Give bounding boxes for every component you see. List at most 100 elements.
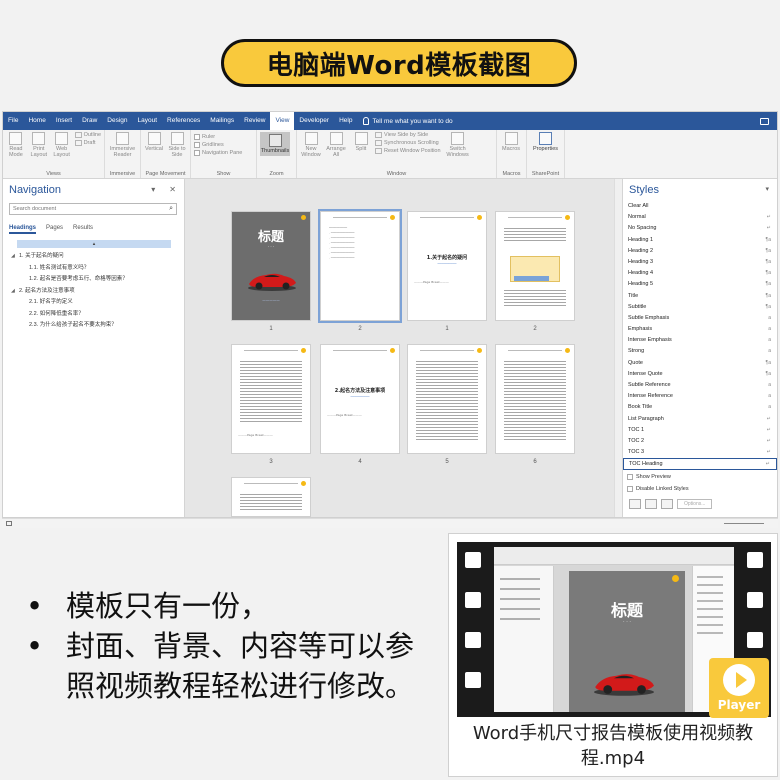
tab-pages[interactable]: Pages bbox=[46, 225, 63, 234]
page-thumbnail[interactable]: ———Page Break——— bbox=[231, 344, 311, 454]
style-item[interactable]: Intense Emphasis a bbox=[623, 335, 777, 346]
style-item[interactable]: Title ¶a bbox=[623, 291, 777, 302]
manage-styles-icon[interactable] bbox=[661, 499, 673, 509]
switch-windows-button[interactable]: Switch Windows bbox=[444, 132, 472, 158]
menu-layout[interactable]: Layout bbox=[133, 112, 163, 130]
menu-help[interactable]: Help bbox=[334, 112, 357, 130]
style-item-selected[interactable]: TOC Heading ↵ bbox=[623, 458, 777, 470]
menu-references[interactable]: References bbox=[162, 112, 205, 130]
close-icon[interactable]: ✕ bbox=[169, 185, 176, 194]
immersive-reader-button[interactable]: Immersive Reader bbox=[108, 132, 137, 158]
style-item[interactable]: TOC 3 ↵ bbox=[623, 447, 777, 458]
reset-window-button[interactable]: Reset Window Position bbox=[375, 148, 441, 154]
thumbnails-button[interactable]: Thumbnails bbox=[260, 132, 290, 156]
style-item[interactable]: Intense Reference a bbox=[623, 391, 777, 402]
style-item[interactable]: Emphasis a bbox=[623, 324, 777, 335]
navigation-pane-checkbox[interactable]: Navigation Pane bbox=[194, 150, 253, 156]
menu-view[interactable]: View bbox=[270, 112, 295, 130]
page-thumbnail-section1[interactable]: 1.关于起名的疑问 ───────── ———Page Break——— bbox=[407, 211, 487, 321]
vertical-button[interactable]: Vertical bbox=[144, 132, 164, 152]
style-item[interactable]: Clear All bbox=[623, 201, 777, 212]
menu-developer[interactable]: Developer bbox=[294, 112, 334, 130]
style-item[interactable]: Heading 4 ¶a bbox=[623, 268, 777, 279]
collapse-triangle-icon[interactable]: ◢ bbox=[11, 251, 19, 263]
switch-windows-icon bbox=[451, 132, 465, 145]
new-window-button[interactable]: New Window bbox=[300, 132, 322, 158]
heading-item[interactable]: 2.3. 为什么给孩子起名不要太拘束？ bbox=[11, 320, 128, 332]
page-status-icon[interactable] bbox=[6, 521, 12, 526]
page-thumbnail[interactable] bbox=[231, 477, 311, 517]
options-button[interactable]: Options... bbox=[677, 499, 713, 509]
menu-file[interactable]: File bbox=[3, 112, 23, 130]
selected-heading-bar[interactable]: ▴ bbox=[17, 240, 171, 248]
menu-mailings[interactable]: Mailings bbox=[205, 112, 239, 130]
menu-insert[interactable]: Insert bbox=[51, 112, 77, 130]
read-mode-button[interactable]: Read Mode bbox=[6, 132, 26, 158]
style-inspector-icon[interactable] bbox=[645, 499, 657, 509]
style-item[interactable]: TOC 1 ↵ bbox=[623, 425, 777, 436]
outline-button[interactable]: Outline bbox=[74, 132, 101, 138]
menu-design[interactable]: Design bbox=[102, 112, 132, 130]
collapse-triangle-icon[interactable]: ◢ bbox=[11, 286, 19, 298]
print-layout-button[interactable]: Print Layout bbox=[29, 132, 49, 158]
split-button[interactable]: Split bbox=[350, 132, 372, 152]
show-preview-checkbox[interactable]: Show Preview bbox=[627, 471, 689, 483]
style-item[interactable]: Heading 1 ¶a bbox=[623, 235, 777, 246]
style-item[interactable]: Intense Quote ¶a bbox=[623, 369, 777, 380]
search-icon[interactable]: ⌕ bbox=[169, 204, 173, 214]
menu-review[interactable]: Review bbox=[239, 112, 270, 130]
search-input[interactable]: Search document ⌕ bbox=[9, 203, 177, 215]
style-item[interactable]: Heading 5 ¶a bbox=[623, 279, 777, 290]
video-card[interactable]: 标题 · · · Player Word手机尺寸报告模板使用视频教程.mp4 bbox=[448, 533, 778, 777]
chevron-down-icon[interactable]: ▾ bbox=[151, 185, 155, 194]
page-thumbnail[interactable] bbox=[495, 344, 575, 454]
zoom-slider[interactable] bbox=[724, 523, 764, 524]
style-item[interactable]: List Paragraph ↵ bbox=[623, 414, 777, 425]
new-style-icon[interactable] bbox=[629, 499, 641, 509]
arrange-all-button[interactable]: Arrange All bbox=[325, 132, 347, 158]
page-thumbnail-toc[interactable]: ────────── · ───────────── · ─────────────… bbox=[318, 209, 402, 323]
lightbulb-icon bbox=[363, 117, 370, 125]
tab-headings[interactable]: Headings bbox=[9, 225, 37, 234]
macros-button[interactable]: Macros bbox=[500, 132, 522, 152]
tab-results[interactable]: Results bbox=[73, 225, 93, 234]
style-item[interactable]: No Spacing ↵ bbox=[623, 223, 777, 234]
gridlines-checkbox[interactable]: Gridlines bbox=[194, 142, 253, 148]
style-item[interactable]: Subtitle ¶a bbox=[623, 302, 777, 313]
heading-item[interactable]: 2.1. 好名字的定义 bbox=[11, 297, 128, 309]
heading-item[interactable]: ◢ 2. 起名方法及注意事项 bbox=[11, 286, 128, 298]
web-layout-button[interactable]: Web Layout bbox=[52, 132, 72, 158]
styles-scrollbar[interactable] bbox=[615, 179, 622, 517]
heading-item[interactable]: 1.1. 姓名测试有意义吗？ bbox=[11, 263, 128, 275]
heading-item[interactable]: ◢ 1. 关于起名的疑问 bbox=[11, 251, 128, 263]
view-side-by-side-button[interactable]: View Side by Side bbox=[375, 132, 441, 138]
page-thumbnail-section2[interactable]: 2.起名方法及注意事项 ───────── ———Page Break——— bbox=[320, 344, 400, 454]
style-item[interactable]: Heading 3 ¶a bbox=[623, 257, 777, 268]
style-item[interactable]: TOC 2 ↵ bbox=[623, 436, 777, 447]
disable-linked-styles-checkbox[interactable]: Disable Linked Styles bbox=[627, 483, 689, 495]
menu-home[interactable]: Home bbox=[23, 112, 50, 130]
comments-icon[interactable] bbox=[760, 117, 769, 125]
chevron-down-icon[interactable]: ▾ bbox=[765, 185, 769, 193]
draft-button[interactable]: Draft bbox=[74, 140, 101, 146]
style-item[interactable]: Strong a bbox=[623, 346, 777, 357]
player-button[interactable]: Player bbox=[709, 658, 769, 718]
page-thumbnail-cover[interactable]: 标题 · · · ————— bbox=[231, 211, 311, 321]
style-item[interactable]: Subtle Reference a bbox=[623, 380, 777, 391]
menu-draw[interactable]: Draw bbox=[77, 112, 102, 130]
style-item[interactable]: Normal ↵ bbox=[623, 212, 777, 223]
heading-item[interactable]: 1.2. 起名是否要考虑五行、命格等因素？ bbox=[11, 274, 128, 286]
style-item[interactable]: Heading 2 ¶a bbox=[623, 246, 777, 257]
properties-button[interactable]: Properties bbox=[530, 132, 561, 152]
style-item[interactable]: Quote ¶a bbox=[623, 358, 777, 369]
ruler-checkbox[interactable]: Ruler bbox=[194, 134, 253, 140]
style-item[interactable]: Book Title a bbox=[623, 402, 777, 413]
page-thumbnail[interactable] bbox=[407, 344, 487, 454]
tell-me-box[interactable]: Tell me what you want to do bbox=[357, 117, 453, 125]
side-to-side-button[interactable]: Side to Side bbox=[167, 132, 187, 158]
style-item[interactable]: Subtle Emphasis a bbox=[623, 313, 777, 324]
page-thumbnail-table[interactable] bbox=[495, 211, 575, 321]
properties-icon bbox=[539, 132, 552, 145]
sync-scrolling-button[interactable]: Synchronous Scrolling bbox=[375, 140, 441, 146]
heading-item[interactable]: 2.2. 如何降低重名率？ bbox=[11, 309, 128, 321]
